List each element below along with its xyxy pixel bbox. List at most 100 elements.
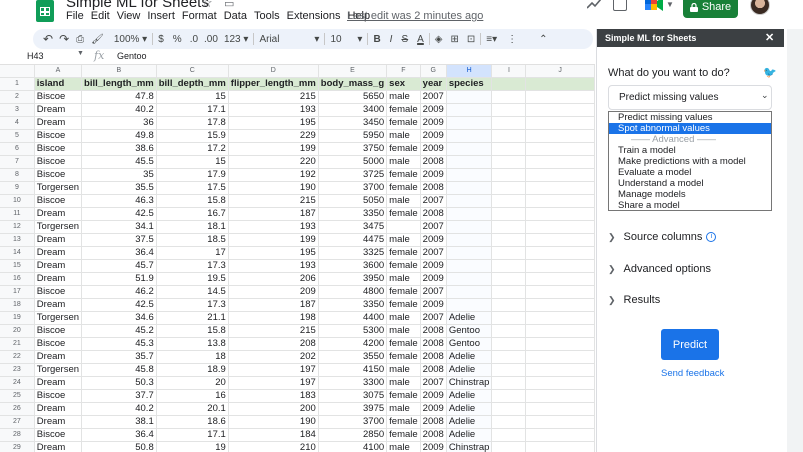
grid-cell[interactable]: female xyxy=(386,415,421,430)
grid-cell[interactable] xyxy=(491,389,527,404)
option-make-predictions[interactable]: Make predictions with a model xyxy=(609,156,771,167)
grid-cell[interactable]: 4800 xyxy=(318,285,388,300)
grid-cell[interactable]: 2007 xyxy=(420,194,447,209)
grid-cell[interactable]: female xyxy=(386,350,421,365)
grid-cell[interactable]: 21.1 xyxy=(156,311,229,326)
grid-cell[interactable]: 3600 xyxy=(318,259,388,274)
grid-cell[interactable]: 46.2 xyxy=(81,285,157,300)
grid-cell[interactable] xyxy=(525,337,595,352)
meet-icon[interactable] xyxy=(645,0,663,11)
grid-cell[interactable]: Dream xyxy=(34,441,83,452)
grid-cell[interactable]: 2009 xyxy=(420,142,447,157)
grid-cell[interactable]: Biscoe xyxy=(34,129,83,144)
grid-cell[interactable]: 17.9 xyxy=(156,168,229,183)
grid-cell[interactable]: 3350 xyxy=(318,207,388,222)
row-number[interactable]: 7 xyxy=(0,155,35,170)
grid-cell[interactable]: 16.7 xyxy=(156,207,229,222)
grid-cell[interactable]: 18.5 xyxy=(156,233,229,248)
column-header-selected[interactable]: H xyxy=(446,65,493,79)
grid-cell[interactable]: 4100 xyxy=(318,441,388,452)
grid-cell[interactable]: 36.4 xyxy=(81,246,157,261)
fill-color-icon[interactable]: ◈ xyxy=(435,34,443,45)
grid-cell[interactable]: 190 xyxy=(228,181,319,196)
grid-cell[interactable]: 17.8 xyxy=(156,116,229,131)
grid-cell[interactable] xyxy=(491,233,527,248)
grid-cell[interactable]: Biscoe xyxy=(34,428,83,443)
font-select[interactable]: Arial ▾ xyxy=(259,34,319,45)
grid-cell[interactable]: Biscoe xyxy=(34,155,83,170)
grid-cell[interactable] xyxy=(491,77,527,92)
grid-cell[interactable]: 40.2 xyxy=(81,103,157,118)
grid-cell[interactable]: Dream xyxy=(34,246,83,261)
row-number[interactable]: 16 xyxy=(0,272,35,287)
grid-cell[interactable]: male xyxy=(386,311,421,326)
grid-cell[interactable]: 3950 xyxy=(318,272,388,287)
grid-cell[interactable]: 2008 xyxy=(420,181,447,196)
grid-cell[interactable]: Dream xyxy=(34,207,83,222)
grid-cell[interactable] xyxy=(446,142,493,157)
grid-cell[interactable]: 192 xyxy=(228,168,319,183)
grid-cell[interactable]: 210 xyxy=(228,441,319,452)
grid-cell[interactable]: 3975 xyxy=(318,402,388,417)
grid-cell[interactable] xyxy=(525,389,595,404)
close-icon[interactable]: ✕ xyxy=(765,31,774,44)
row-number[interactable]: 19 xyxy=(0,311,35,326)
grid-cell[interactable]: 208 xyxy=(228,337,319,352)
grid-cell[interactable]: 2009 xyxy=(420,402,447,417)
grid-cell[interactable]: 193 xyxy=(228,103,319,118)
row-number[interactable]: 13 xyxy=(0,233,35,248)
grid-cell[interactable]: 193 xyxy=(228,259,319,274)
grid-cell[interactable]: Torgersen xyxy=(34,181,83,196)
grid-cell[interactable]: 20.1 xyxy=(156,402,229,417)
grid-cell[interactable] xyxy=(491,298,527,313)
grid-cell[interactable] xyxy=(446,181,493,196)
grid-cell[interactable]: female xyxy=(386,181,421,196)
row-number[interactable]: 21 xyxy=(0,337,35,352)
grid-cell[interactable]: Biscoe xyxy=(34,168,83,183)
grid-cell[interactable]: 50.3 xyxy=(81,376,157,391)
task-select[interactable]: Predict missing values ⌄ xyxy=(608,85,772,110)
column-header[interactable]: D xyxy=(228,65,319,79)
select-all-corner[interactable] xyxy=(0,65,35,79)
grid-cell[interactable]: 17 xyxy=(156,246,229,261)
grid-cell[interactable]: 2008 xyxy=(420,324,447,339)
grid-cell[interactable]: Biscoe xyxy=(34,389,83,404)
grid-cell[interactable]: 202 xyxy=(228,350,319,365)
grid-cell[interactable]: male xyxy=(386,376,421,391)
zoom-select[interactable]: 100% ▾ xyxy=(114,34,147,45)
grid-cell[interactable]: 3550 xyxy=(318,350,388,365)
grid-cell[interactable] xyxy=(491,350,527,365)
grid-cell[interactable] xyxy=(446,272,493,287)
grid-cell[interactable]: Torgersen xyxy=(34,363,83,378)
grid-cell[interactable]: 15 xyxy=(156,155,229,170)
grid-cell[interactable]: 50.8 xyxy=(81,441,157,452)
row-number[interactable]: 26 xyxy=(0,402,35,417)
grid-cell[interactable]: female xyxy=(386,116,421,131)
sheets-logo-icon[interactable] xyxy=(36,0,54,22)
grid-cell[interactable]: Biscoe xyxy=(34,337,83,352)
grid-cell[interactable]: 45.5 xyxy=(81,155,157,170)
grid-cell[interactable] xyxy=(491,142,527,157)
row-number[interactable]: 12 xyxy=(0,220,35,235)
row-number[interactable]: 22 xyxy=(0,350,35,365)
grid-cell[interactable] xyxy=(446,246,493,261)
grid-cell[interactable] xyxy=(525,168,595,183)
grid-cell[interactable]: Biscoe xyxy=(34,90,83,105)
grid-cell[interactable] xyxy=(491,441,527,452)
grid-cell[interactable]: 2009 xyxy=(420,103,447,118)
grid-cell[interactable]: 3350 xyxy=(318,298,388,313)
grid-cell[interactable]: 2007 xyxy=(420,311,447,326)
grid-cell[interactable]: Biscoe xyxy=(34,194,83,209)
menu-format[interactable]: Format xyxy=(182,10,222,22)
option-spot-abnormal[interactable]: Spot abnormal values xyxy=(609,123,771,134)
grid-cell[interactable]: Chinstrap xyxy=(446,441,493,452)
grid-cell[interactable]: bill_length_mm xyxy=(81,77,157,92)
grid-cell[interactable]: 2009 xyxy=(420,259,447,274)
spreadsheet-grid[interactable]: A B C D E F G H I J 1 island bill_length_m… xyxy=(0,65,595,452)
grid-cell[interactable]: 2007 xyxy=(420,285,447,300)
grid-cell[interactable]: 19.5 xyxy=(156,272,229,287)
grid-cell[interactable] xyxy=(446,207,493,222)
grid-cell[interactable]: female xyxy=(386,337,421,352)
column-header[interactable]: J xyxy=(525,65,595,79)
grid-cell[interactable]: 15.8 xyxy=(156,324,229,339)
